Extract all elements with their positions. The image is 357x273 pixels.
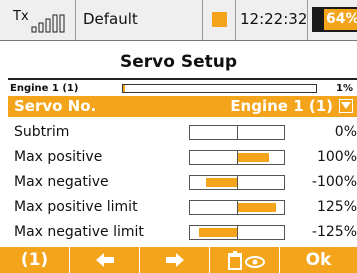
servo-select-label: Servo No. [14, 97, 97, 115]
param-bar [189, 175, 285, 190]
title-divider [8, 78, 357, 80]
f1-channel-button[interactable]: (1) [0, 247, 70, 273]
param-row-subtrim[interactable]: Subtrim 0% [8, 122, 357, 143]
bar-fill [199, 228, 237, 237]
param-bar [189, 200, 285, 215]
model-name: Default [83, 10, 138, 28]
transmitter-signal: Tx [0, 0, 76, 40]
param-row-max-negative[interactable]: Max negative -100% [8, 172, 357, 193]
param-label: Max negative limit [14, 224, 144, 240]
page-title: Servo Setup [119, 52, 237, 72]
servo-select-row[interactable]: Servo No. Engine 1 (1) [8, 96, 357, 117]
previous-button[interactable] [70, 247, 140, 273]
param-bar [189, 150, 285, 165]
recording-indicator-cell [203, 0, 236, 40]
bar-fill [238, 153, 269, 162]
delete-view-button[interactable] [210, 247, 280, 273]
arrow-left-icon [96, 253, 114, 267]
bar-center-mark [237, 176, 238, 189]
bottom-toolbar: (1) Ok [0, 247, 357, 273]
param-value[interactable]: 0% [335, 124, 357, 140]
ok-button[interactable]: Ok [280, 247, 357, 273]
bar-center-mark [237, 226, 238, 239]
bar-fill [206, 178, 237, 187]
trash-eye-icon [228, 251, 265, 270]
clock-cell: 12:22:32 [236, 0, 308, 40]
bar-fill [238, 203, 276, 212]
tx-label: Tx [13, 9, 29, 24]
engine-readout-bar [122, 84, 317, 93]
recording-indicator [212, 12, 227, 27]
bar-center-mark [237, 126, 238, 139]
param-value[interactable]: 125% [317, 199, 357, 215]
engine-readout-fill [123, 85, 125, 92]
param-value[interactable]: 100% [317, 149, 357, 165]
ok-label: Ok [305, 250, 332, 270]
param-label: Max positive limit [14, 199, 138, 215]
param-label: Max positive [14, 149, 103, 165]
param-value[interactable]: -125% [312, 224, 357, 240]
chevron-down-icon[interactable] [339, 99, 353, 113]
param-row-max-positive[interactable]: Max positive 100% [8, 147, 357, 168]
param-row-max-negative-limit[interactable]: Max negative limit -125% [8, 222, 357, 243]
servo-select-value[interactable]: Engine 1 (1) [230, 97, 333, 115]
arrow-right-icon [166, 253, 184, 267]
battery-icon: 64% [312, 7, 357, 32]
engine-readout-label: Engine 1 (1) [10, 83, 79, 94]
next-button[interactable] [140, 247, 210, 273]
param-value[interactable]: -100% [312, 174, 357, 190]
engine-readout-value: 1% [336, 83, 353, 94]
param-label: Subtrim [14, 124, 70, 140]
battery-percent: 64% [326, 11, 357, 27]
signal-bars-icon [31, 14, 65, 33]
model-name-cell[interactable]: Default [76, 0, 203, 40]
param-row-max-positive-limit[interactable]: Max positive limit 125% [8, 197, 357, 218]
param-label: Max negative [14, 174, 109, 190]
clock: 12:22:32 [240, 10, 308, 28]
param-bar [189, 125, 285, 140]
f1-label: (1) [20, 250, 49, 270]
param-bar [189, 225, 285, 240]
status-bar: Tx Default 12:22:32 64% [0, 0, 357, 41]
